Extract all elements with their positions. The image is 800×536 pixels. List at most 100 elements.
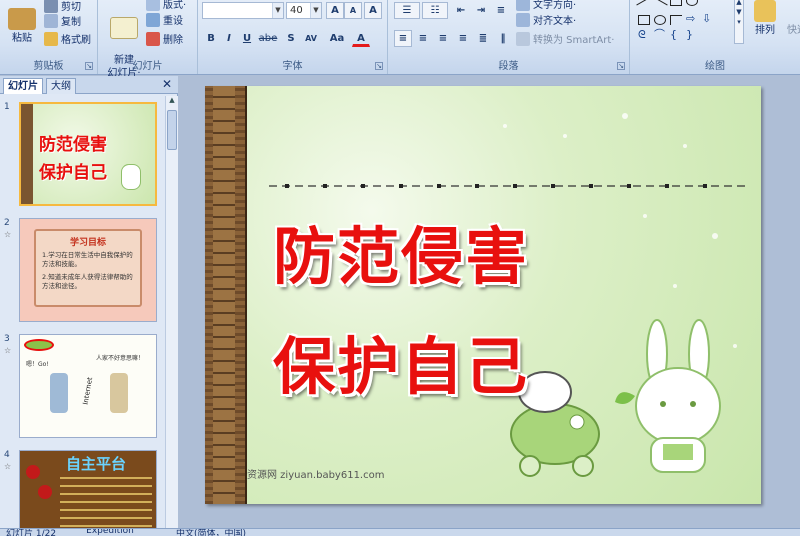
align-center-button[interactable]: ≡ bbox=[414, 30, 432, 47]
clipboard-group-label: 剪贴板 bbox=[33, 61, 64, 72]
quick-styles-button[interactable]: 快速 bbox=[782, 24, 800, 37]
slide-title-line1[interactable]: 防范侵害 bbox=[273, 206, 529, 296]
increase-indent-button[interactable]: ⇥ bbox=[472, 2, 490, 19]
slide-thumbnail-4[interactable]: 自主平台 bbox=[19, 450, 157, 528]
dropdown-icon[interactable]: ▼ bbox=[272, 3, 283, 18]
cut-label: 剪切 bbox=[61, 2, 81, 13]
rectangle-shape-icon[interactable] bbox=[638, 15, 650, 25]
slide-thumbnail-2[interactable]: 学习目标 1.学习在日常生活中自我保护的方法和技能。 2.知道未成年人获得法律帮… bbox=[19, 218, 157, 322]
scroll-up-icon[interactable]: ▲ bbox=[166, 96, 178, 108]
line-spacing-icon: ≡ bbox=[496, 5, 506, 16]
text-direction-label: 文字方向· bbox=[533, 0, 577, 11]
underline-button[interactable]: U bbox=[238, 30, 256, 47]
layout-label: 版式· bbox=[163, 0, 187, 11]
columns-button[interactable]: ‖ bbox=[494, 30, 512, 47]
text-direction-icon bbox=[516, 0, 530, 11]
slides-pane: 幻灯片 大纲 ✕ 1 防范侵害 保护自己 2 ☆ 学习目标 1.学习在日常生活中… bbox=[0, 76, 178, 528]
slide-thumbnail-1[interactable]: 防范侵害 保护自己 bbox=[19, 102, 157, 206]
spacing-button[interactable]: AV bbox=[300, 30, 322, 47]
align-left-icon: ≡ bbox=[398, 33, 408, 44]
animation-star-icon: ☆ bbox=[4, 230, 12, 239]
align-right-button[interactable]: ≡ bbox=[434, 30, 452, 47]
arrow-shape-icon[interactable]: ⇨ bbox=[686, 13, 698, 25]
freeform-shape-icon[interactable]: ᘓ bbox=[638, 29, 650, 41]
clear-format-button[interactable]: A bbox=[364, 2, 382, 19]
strike-button[interactable]: abe bbox=[256, 30, 280, 47]
connector-shape-icon[interactable] bbox=[670, 15, 682, 25]
clipboard-launcher[interactable]: ↘ bbox=[85, 62, 93, 70]
align-text-label: 对齐文本· bbox=[533, 16, 577, 27]
oval-shape-icon[interactable] bbox=[654, 15, 666, 25]
thumbnail-row[interactable]: 1 防范侵害 保护自己 bbox=[0, 102, 165, 212]
smartart-button[interactable]: 转换为 SmartArt· bbox=[516, 31, 614, 46]
bunny-image bbox=[121, 164, 141, 190]
dropdown-icon[interactable]: ▼ bbox=[310, 3, 321, 18]
pane-tabs: 幻灯片 大纲 ✕ bbox=[0, 76, 178, 94]
font-size-combo[interactable]: 40 ▼ bbox=[286, 2, 322, 19]
curve-shape-icon[interactable]: ⌒ bbox=[654, 29, 666, 41]
arrow-shape-icon[interactable]: ⇩ bbox=[702, 13, 714, 25]
cut-button[interactable]: 剪切 bbox=[44, 0, 81, 13]
font-launcher[interactable]: ↘ bbox=[375, 62, 383, 70]
font-name-combo[interactable]: ▼ bbox=[202, 2, 284, 19]
rectangle-shape-icon[interactable] bbox=[670, 0, 682, 6]
paragraph-launcher[interactable]: ↘ bbox=[617, 62, 625, 70]
slide-thumbnail-3[interactable]: 嗯！Go! 人家不好意思嘛！ Internet bbox=[19, 334, 157, 438]
line-shape-icon[interactable] bbox=[652, 0, 668, 14]
language-status[interactable]: 中文(简体，中国) bbox=[176, 529, 246, 536]
font-color-button[interactable]: A bbox=[352, 30, 370, 47]
brace-shape-icon[interactable]: } bbox=[686, 29, 698, 41]
layout-button[interactable]: 版式· bbox=[146, 0, 186, 11]
change-case-button[interactable]: Aa bbox=[326, 30, 348, 47]
theme-status: "Expedition" bbox=[82, 528, 138, 536]
chevron-down-icon: ▲ ▼ ▾ bbox=[736, 0, 742, 26]
line-shape-icon[interactable] bbox=[636, 0, 652, 14]
distribute-icon: ≣ bbox=[478, 33, 488, 44]
ornament-decoration bbox=[26, 465, 40, 479]
thumbnail-number: 4 bbox=[4, 450, 10, 460]
text-direction-button[interactable]: 文字方向· bbox=[516, 0, 576, 11]
decrease-indent-button[interactable]: ⇤ bbox=[452, 2, 470, 19]
brace-shape-icon[interactable]: { bbox=[670, 29, 682, 41]
tab-slides[interactable]: 幻灯片 bbox=[3, 78, 43, 94]
thumbnail-row[interactable]: 2 ☆ 学习目标 1.学习在日常生活中自我保护的方法和技能。 2.知道未成年人获… bbox=[0, 218, 165, 328]
numbering-icon: ☷ bbox=[430, 5, 440, 16]
thumbnail-number: 3 bbox=[4, 334, 10, 344]
font-size-value: 40 bbox=[290, 5, 303, 16]
numbering-button[interactable]: ☷ bbox=[422, 2, 448, 19]
justify-button[interactable]: ≡ bbox=[454, 30, 472, 47]
arrange-button[interactable]: 排列 bbox=[750, 0, 780, 37]
thumbnail-row[interactable]: 4 ☆ 自主平台 bbox=[0, 450, 165, 528]
thumbnail-scrollbar[interactable]: ▲ bbox=[165, 96, 178, 528]
slide-title-line2[interactable]: 保护自己 bbox=[273, 316, 529, 406]
bullets-button[interactable]: ☰ bbox=[394, 2, 420, 19]
bold-button[interactable]: B bbox=[202, 30, 220, 47]
slide-editing-area: 防范侵害 保护自己 资源网 ziyuan.baby611.com bbox=[179, 76, 800, 528]
thumbnail-subtitle: 保护自己 bbox=[39, 163, 107, 183]
line-spacing-button[interactable]: ≡ bbox=[492, 2, 510, 19]
grow-font-button[interactable]: A bbox=[326, 2, 344, 19]
shrink-font-button[interactable]: A bbox=[344, 2, 362, 19]
align-left-button[interactable]: ≡ bbox=[394, 30, 412, 47]
reset-icon bbox=[146, 12, 160, 27]
align-text-button[interactable]: 对齐文本· bbox=[516, 12, 576, 27]
delete-button[interactable]: 删除 bbox=[146, 31, 183, 46]
clipboard-icon bbox=[8, 8, 36, 30]
tab-outline[interactable]: 大纲 bbox=[46, 78, 76, 94]
slides-group: 新建 幻灯片· 版式· 重设 删除 幻灯片 bbox=[98, 0, 198, 79]
badge-decoration bbox=[24, 339, 54, 351]
distribute-button[interactable]: ≣ bbox=[474, 30, 492, 47]
shapes-scroll-button[interactable]: ▲ ▼ ▾ bbox=[734, 0, 744, 44]
thumbnail-row[interactable]: 3 ☆ 嗯！Go! 人家不好意思嘛！ Internet bbox=[0, 334, 165, 444]
reset-button[interactable]: 重设 bbox=[146, 12, 183, 27]
oval-shape-icon[interactable] bbox=[686, 0, 698, 6]
copy-button[interactable]: 复制 bbox=[44, 13, 81, 28]
format-painter-button[interactable]: 格式刷 bbox=[44, 31, 91, 46]
italic-button[interactable]: I bbox=[220, 30, 238, 47]
current-slide[interactable]: 防范侵害 保护自己 资源网 ziyuan.baby611.com bbox=[205, 86, 761, 504]
bunny-image bbox=[615, 319, 721, 473]
close-icon[interactable]: ✕ bbox=[162, 77, 172, 91]
shadow-button[interactable]: S bbox=[282, 30, 300, 47]
paste-button[interactable]: 粘贴 bbox=[4, 8, 40, 45]
scroll-thumb[interactable] bbox=[167, 110, 177, 150]
